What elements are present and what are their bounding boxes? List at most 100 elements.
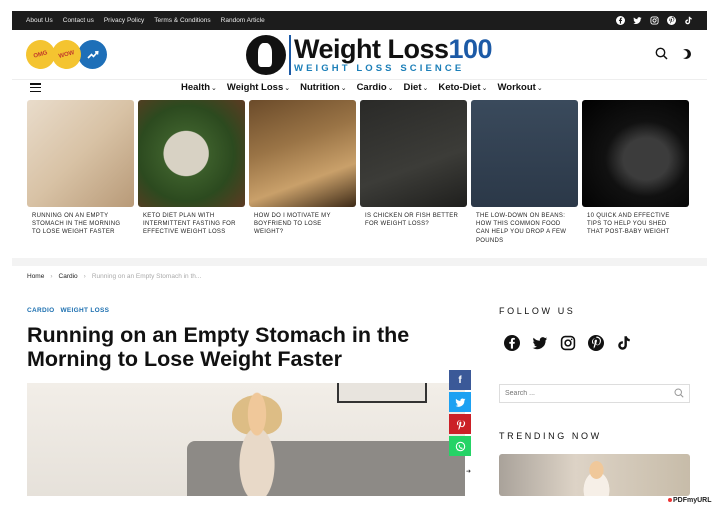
logo-text: Weight Loss100 WEIGHT LOSS SCIENCE bbox=[294, 33, 493, 75]
chevron-down-icon: ⌄ bbox=[422, 85, 429, 92]
chevron-down-icon: ⌄ bbox=[536, 85, 543, 92]
twitter-icon[interactable] bbox=[633, 16, 642, 25]
trending-now-heading: TRENDING NOW bbox=[499, 431, 602, 441]
nav-item-health[interactable]: Health⌄ bbox=[181, 82, 217, 93]
chevron-down-icon: ⌄ bbox=[340, 85, 347, 92]
logo-title-main: Weight Loss bbox=[294, 33, 449, 64]
top-bar: About Us Contact us Privacy Policy Terms… bbox=[12, 11, 707, 30]
instagram-icon[interactable] bbox=[650, 16, 659, 25]
pinterest-icon bbox=[456, 419, 465, 430]
logo-title: Weight Loss100 bbox=[294, 33, 493, 64]
top-links: About Us Contact us Privacy Policy Terms… bbox=[26, 17, 265, 24]
share-twitter-button[interactable] bbox=[449, 392, 471, 412]
breadcrumb-current: Running on an Empty Stomach in th... bbox=[91, 273, 202, 280]
dark-mode-toggle-icon[interactable] bbox=[679, 48, 692, 63]
section-divider bbox=[12, 258, 707, 266]
card-image[interactable] bbox=[582, 100, 689, 207]
pdfmyurl-watermark: PDFmyURL bbox=[668, 497, 712, 504]
main-nav: Health⌄ Weight Loss⌄ Nutrition⌄ Cardio⌄ … bbox=[181, 82, 543, 93]
site-logo[interactable]: Weight Loss100 WEIGHT LOSS SCIENCE bbox=[246, 32, 493, 78]
breadcrumb: Home › Cardio › Running on an Empty Stom… bbox=[27, 273, 201, 280]
top-link-about[interactable]: About Us bbox=[26, 17, 53, 24]
breadcrumb-section[interactable]: Cardio bbox=[59, 273, 78, 280]
nav-item-nutrition[interactable]: Nutrition⌄ bbox=[300, 82, 346, 93]
header-divider bbox=[12, 79, 707, 80]
twitter-icon bbox=[454, 397, 465, 407]
trending-image[interactable] bbox=[499, 454, 690, 496]
card-caption[interactable]: 10 QUICK AND EFFECTIVE TIPS TO HELP YOU … bbox=[582, 212, 689, 237]
share-more-icon[interactable]: ➜ bbox=[466, 468, 471, 475]
trending-icon bbox=[86, 50, 99, 59]
card-image[interactable] bbox=[138, 100, 245, 207]
breadcrumb-separator: › bbox=[83, 273, 86, 280]
top-link-privacy[interactable]: Privacy Policy bbox=[104, 17, 144, 24]
card-caption[interactable]: RUNNING ON AN EMPTY STOMACH IN THE MORNI… bbox=[27, 212, 134, 237]
reaction-badges: OMG WOW bbox=[22, 36, 107, 73]
instagram-icon[interactable] bbox=[559, 334, 576, 351]
category-link-cardio[interactable]: CARDIO bbox=[27, 307, 54, 314]
chevron-down-icon: ⌄ bbox=[211, 85, 217, 92]
nav-item-workout[interactable]: Workout⌄ bbox=[497, 82, 542, 93]
pinterest-icon[interactable] bbox=[587, 334, 604, 351]
featured-card[interactable]: IS CHICKEN OR FISH BETTER FOR WEIGHT LOS… bbox=[360, 100, 467, 245]
whatsapp-icon bbox=[455, 441, 465, 451]
trending-badge[interactable] bbox=[78, 40, 107, 69]
top-link-contact[interactable]: Contact us bbox=[63, 17, 94, 24]
breadcrumb-home[interactable]: Home bbox=[27, 273, 44, 280]
nav-item-diet[interactable]: Diet⌄ bbox=[404, 82, 429, 93]
facebook-icon[interactable] bbox=[616, 16, 625, 25]
page: About Us Contact us Privacy Policy Terms… bbox=[0, 0, 719, 508]
logo-mark bbox=[246, 35, 286, 75]
featured-card[interactable]: RUNNING ON AN EMPTY STOMACH IN THE MORNI… bbox=[27, 100, 134, 245]
share-bar: f bbox=[449, 370, 471, 456]
share-whatsapp-button[interactable] bbox=[449, 436, 471, 456]
share-pinterest-button[interactable] bbox=[449, 414, 471, 434]
facebook-icon: f bbox=[458, 374, 462, 386]
follow-us-heading: FOLLOW US bbox=[499, 306, 576, 316]
article-categories: CARDIO WEIGHT LOSS bbox=[27, 307, 109, 314]
sidebar-search bbox=[499, 384, 690, 403]
card-caption[interactable]: HOW DO I MOTIVATE MY BOYFRIEND TO LOSE W… bbox=[249, 212, 356, 237]
search-input[interactable] bbox=[505, 390, 674, 397]
menu-icon[interactable] bbox=[30, 83, 41, 92]
logo-separator bbox=[289, 35, 291, 75]
logo-title-number: 100 bbox=[448, 33, 493, 64]
chevron-down-icon: ⌄ bbox=[284, 85, 291, 92]
card-caption[interactable]: KETO DIET PLAN WITH INTERMITTENT FASTING… bbox=[138, 212, 245, 237]
featured-cards: RUNNING ON AN EMPTY STOMACH IN THE MORNI… bbox=[27, 100, 689, 245]
card-image[interactable] bbox=[471, 100, 578, 207]
search-icon[interactable] bbox=[674, 388, 684, 400]
card-image[interactable] bbox=[360, 100, 467, 207]
tiktok-icon[interactable] bbox=[615, 334, 632, 351]
nav-item-cardio[interactable]: Cardio⌄ bbox=[357, 82, 394, 93]
chevron-down-icon: ⌄ bbox=[481, 85, 488, 92]
wow-badge[interactable]: WOW bbox=[48, 36, 85, 73]
logo-subtitle: WEIGHT LOSS SCIENCE bbox=[294, 62, 465, 74]
top-link-random[interactable]: Random Article bbox=[221, 17, 265, 24]
follow-us-icons bbox=[503, 334, 632, 351]
article-hero-image bbox=[27, 383, 465, 496]
featured-card[interactable]: HOW DO I MOTIVATE MY BOYFRIEND TO LOSE W… bbox=[249, 100, 356, 245]
card-caption[interactable]: THE LOW-DOWN ON BEANS: HOW THIS COMMON F… bbox=[471, 212, 578, 245]
breadcrumb-separator: › bbox=[50, 273, 53, 280]
category-link-weight-loss[interactable]: WEIGHT LOSS bbox=[60, 307, 109, 314]
article-title: Running on an Empty Stomach in the Morni… bbox=[27, 323, 410, 371]
card-image[interactable] bbox=[27, 100, 134, 207]
search-icon[interactable] bbox=[655, 47, 668, 63]
twitter-icon[interactable] bbox=[531, 334, 548, 351]
facebook-icon[interactable] bbox=[503, 334, 520, 351]
nav-item-weight-loss[interactable]: Weight Loss⌄ bbox=[227, 82, 290, 93]
pinterest-icon[interactable] bbox=[667, 16, 676, 25]
header-icons bbox=[655, 47, 692, 63]
featured-card[interactable]: THE LOW-DOWN ON BEANS: HOW THIS COMMON F… bbox=[471, 100, 578, 245]
share-facebook-button[interactable]: f bbox=[449, 370, 471, 390]
chevron-down-icon: ⌄ bbox=[387, 85, 394, 92]
featured-card[interactable]: KETO DIET PLAN WITH INTERMITTENT FASTING… bbox=[138, 100, 245, 245]
card-image[interactable] bbox=[249, 100, 356, 207]
card-caption[interactable]: IS CHICKEN OR FISH BETTER FOR WEIGHT LOS… bbox=[360, 212, 467, 228]
tiktok-icon[interactable] bbox=[684, 16, 693, 25]
featured-card[interactable]: 10 QUICK AND EFFECTIVE TIPS TO HELP YOU … bbox=[582, 100, 689, 245]
top-link-terms[interactable]: Terms & Conditions bbox=[154, 17, 210, 24]
top-social bbox=[616, 16, 693, 25]
nav-item-keto-diet[interactable]: Keto-Diet⌄ bbox=[438, 82, 487, 93]
